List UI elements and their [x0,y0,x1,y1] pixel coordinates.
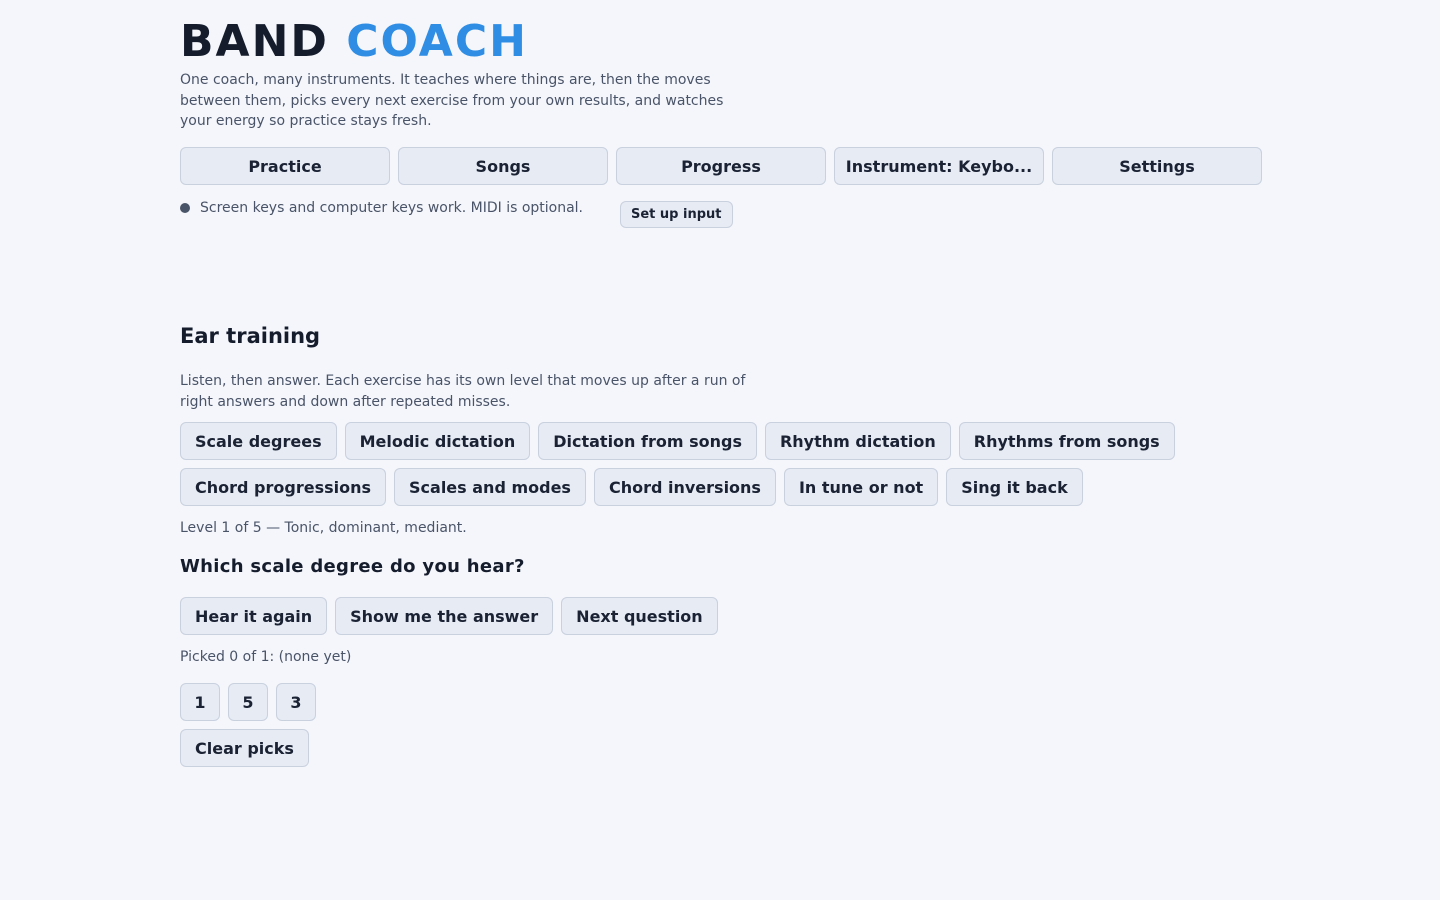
answer-button[interactable]: 3 [276,683,316,721]
exercise-row-2: Chord progressions Scales and modes Chor… [180,468,1083,506]
app-logo: BAND COACH [180,16,528,68]
clear-picks-button[interactable]: Clear picks [180,729,309,767]
status-dot-icon [180,203,190,213]
hear-again-button[interactable]: Hear it again [180,597,328,635]
exercise-sing-it-back[interactable]: Sing it back [946,468,1083,506]
input-status: Screen keys and computer keys work. MIDI… [180,200,733,228]
answer-options: 1 5 3 [180,683,316,721]
exercise-row-1: Scale degrees Melodic dictation Dictatio… [180,422,1175,460]
main-nav: Practice Songs Progress Instrument: Keyb… [180,147,1262,185]
logo-word-band: BAND [180,16,329,67]
nav-songs-button[interactable]: Songs [398,147,608,185]
exercise-scale-degrees[interactable]: Scale degrees [180,422,337,460]
nav-instrument-button[interactable]: Instrument: Keybo... [834,147,1044,185]
exercise-chord-inversions[interactable]: Chord inversions [593,468,776,506]
answer-button[interactable]: 1 [180,683,220,721]
exercise-rhythm-dictation[interactable]: Rhythm dictation [764,422,951,460]
section-description: Listen, then answer. Each exercise has i… [180,373,746,410]
exercise-dictation-from-songs[interactable]: Dictation from songs [538,422,757,460]
exercise-in-tune-or-not[interactable]: In tune or not [783,468,939,506]
question-actions: Hear it again Show me the answer Next qu… [180,597,718,635]
exercise-scales-and-modes[interactable]: Scales and modes [394,468,586,506]
question-prompt: Which scale degree do you hear? [180,556,525,577]
section-title: Ear training [180,324,321,348]
input-status-text: Screen keys and computer keys work. MIDI… [200,200,584,216]
app-tagline: One coach, many instruments. It teaches … [180,72,724,129]
nav-progress-button[interactable]: Progress [616,147,826,185]
exercise-rhythms-from-songs[interactable]: Rhythms from songs [958,422,1175,460]
answer-button[interactable]: 5 [228,683,268,721]
setup-input-button[interactable]: Set up input [620,201,733,228]
nav-practice-button[interactable]: Practice [180,147,390,185]
exercise-chord-progressions[interactable]: Chord progressions [180,468,387,506]
logo-word-coach: COACH [346,16,528,67]
picked-status: Picked 0 of 1: (none yet) [180,649,352,665]
exercise-melodic-dictation[interactable]: Melodic dictation [344,422,531,460]
nav-settings-button[interactable]: Settings [1052,147,1262,185]
level-indicator: Level 1 of 5 — Tonic, dominant, mediant. [180,520,467,536]
next-question-button[interactable]: Next question [561,597,718,635]
show-answer-button[interactable]: Show me the answer [335,597,554,635]
